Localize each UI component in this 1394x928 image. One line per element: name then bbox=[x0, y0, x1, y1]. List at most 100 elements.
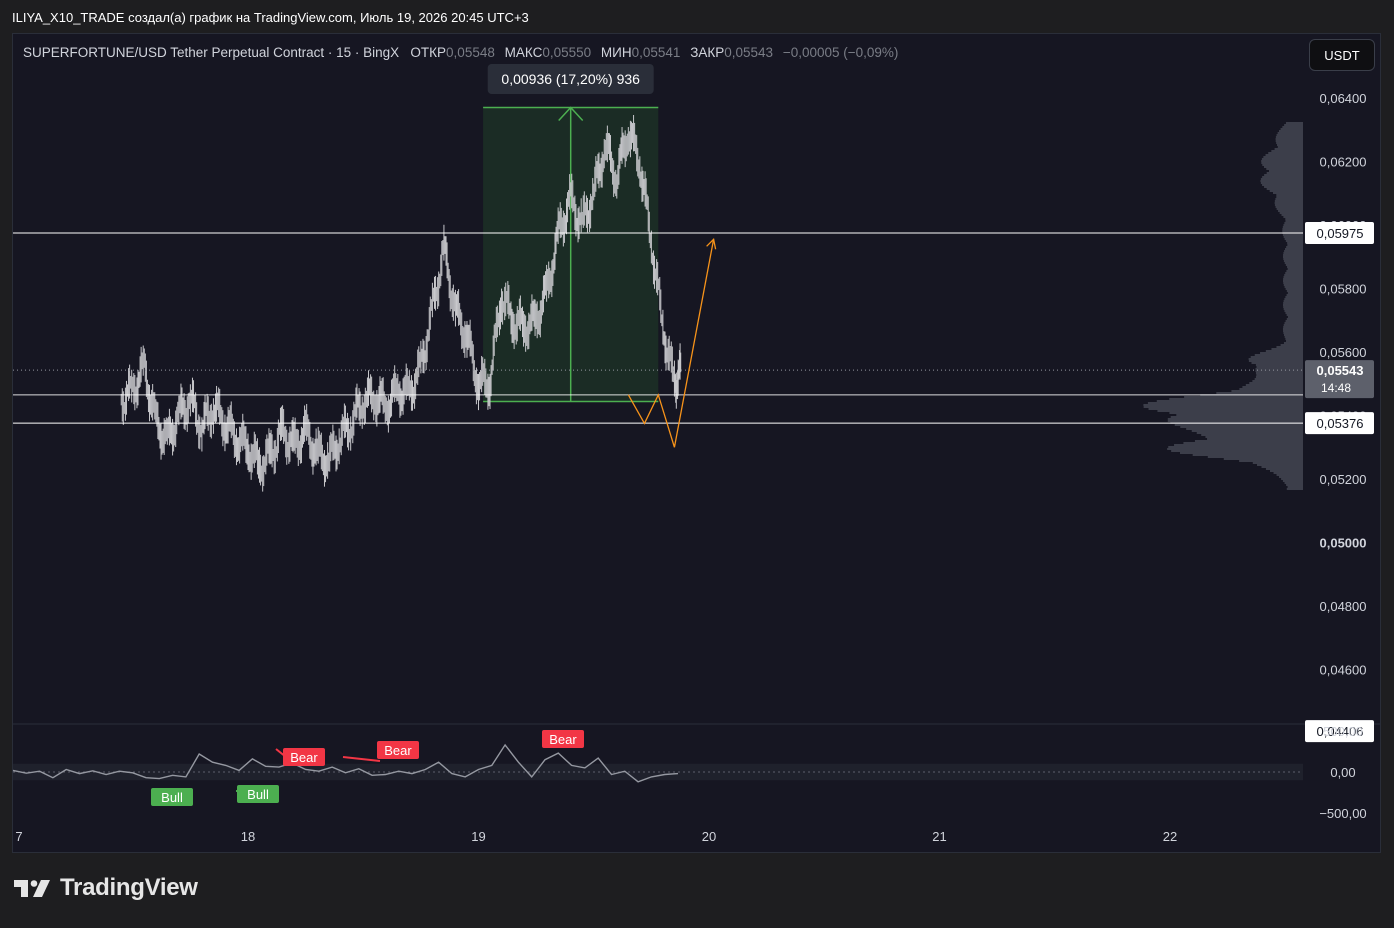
volume-profile-bar bbox=[1283, 278, 1303, 280]
time-axis-tick: 22 bbox=[1163, 829, 1177, 844]
oscillator-axis-tick: −500,00 bbox=[1319, 806, 1366, 821]
volume-profile-bar bbox=[1248, 358, 1303, 360]
volume-profile-bar bbox=[1192, 454, 1303, 456]
volume-profile-bar bbox=[1255, 372, 1303, 374]
volume-profile-bar bbox=[1283, 276, 1303, 278]
volume-profile-bar bbox=[1287, 292, 1303, 294]
volume-profile-bar bbox=[1275, 136, 1303, 138]
volume-profile-bar bbox=[1252, 462, 1303, 464]
volume-profile-bar bbox=[1271, 348, 1303, 350]
volume-profile-bar bbox=[1260, 352, 1303, 354]
volume-profile-bar bbox=[1266, 172, 1303, 174]
volume-profile-bar bbox=[1257, 464, 1303, 466]
volume-profile-bar bbox=[1285, 220, 1303, 222]
volume-profile-bar bbox=[1168, 446, 1303, 448]
open-label: ОТКР bbox=[410, 45, 447, 60]
volume-profile-bar bbox=[1251, 362, 1303, 364]
volume-profile-bar bbox=[1276, 346, 1303, 348]
currency-button[interactable]: USDT bbox=[1309, 39, 1375, 71]
volume-profile-bar bbox=[1231, 390, 1303, 392]
volume-profile-bar bbox=[1283, 334, 1303, 336]
volume-profile-bar bbox=[1285, 248, 1303, 250]
volume-profile-bar bbox=[1286, 246, 1303, 248]
volume-profile-bar bbox=[1223, 458, 1303, 460]
volume-profile-bar bbox=[1286, 484, 1303, 486]
price-axis-tick: 0,05600 bbox=[1320, 345, 1367, 360]
volume-profile-bar bbox=[1207, 456, 1303, 458]
volume-profile-bar bbox=[1265, 154, 1303, 156]
volume-profile-bar bbox=[1180, 426, 1303, 428]
volume-profile-bar bbox=[1191, 430, 1303, 432]
volume-profile-bar bbox=[1283, 330, 1303, 332]
symbol-title: SUPERFORTUNE/USD Tether Perpetual Contra… bbox=[23, 45, 400, 60]
volume-profile-bar bbox=[1284, 298, 1303, 300]
volume-profile-bar bbox=[1156, 400, 1303, 402]
volume-profile-bar bbox=[1239, 460, 1303, 462]
volume-profile-bar bbox=[1276, 134, 1303, 136]
volume-profile-bar bbox=[1279, 212, 1303, 214]
volume-profile-bar bbox=[1245, 384, 1303, 386]
price-label: 0,05376 bbox=[1317, 416, 1364, 431]
volume-profile-bar bbox=[1285, 338, 1303, 340]
volume-profile-bar bbox=[1286, 270, 1303, 272]
volume-profile-bar bbox=[1282, 328, 1303, 330]
volume-profile-bar bbox=[1147, 402, 1303, 404]
volume-profile-bar bbox=[1284, 124, 1303, 126]
volume-profile-bar bbox=[1274, 202, 1303, 204]
tradingview-logo[interactable]: TradingView bbox=[14, 874, 198, 902]
volume-profile-bar bbox=[1280, 344, 1303, 346]
volume-profile-bar bbox=[1157, 410, 1303, 412]
volume-profile-bar bbox=[1261, 158, 1303, 160]
volume-profile-bar bbox=[1272, 192, 1303, 194]
volume-profile-bar bbox=[1176, 414, 1303, 416]
volume-profile-bar bbox=[1284, 322, 1303, 324]
signal-tag: Bear bbox=[549, 732, 577, 747]
volume-profile-bar bbox=[1282, 228, 1303, 230]
low-label: МИН bbox=[600, 45, 632, 60]
chart-canvas[interactable]: 0,064000,062000,060000,058000,056000,054… bbox=[0, 0, 1394, 928]
signal-tag: Bear bbox=[290, 750, 318, 765]
volume-profile-bar bbox=[1273, 472, 1303, 474]
volume-profile-bar bbox=[1205, 436, 1303, 438]
volume-profile-bar bbox=[1276, 196, 1303, 198]
time-axis-tick: 20 bbox=[702, 829, 716, 844]
volume-profile-bar bbox=[1286, 488, 1303, 490]
volume-profile-bar bbox=[1284, 286, 1303, 288]
volume-profile-bar bbox=[1285, 296, 1303, 298]
volume-profile-bar bbox=[1184, 396, 1303, 398]
volume-profile-bar bbox=[1283, 300, 1303, 302]
volume-profile-bar bbox=[1287, 244, 1303, 246]
volume-profile-bar bbox=[1170, 416, 1303, 418]
volume-profile-bar bbox=[1283, 256, 1303, 258]
volume-profile-bar bbox=[1260, 178, 1303, 180]
volume-profile-bar bbox=[1148, 408, 1303, 410]
volume-profile-bar bbox=[1268, 152, 1303, 154]
volume-profile-bar bbox=[1256, 374, 1303, 376]
volume-profile-bar bbox=[1194, 440, 1303, 442]
volume-profile-bar bbox=[1283, 252, 1303, 254]
volume-profile-bar bbox=[1252, 380, 1303, 382]
volume-profile-bar bbox=[1282, 480, 1303, 482]
volume-profile-bar bbox=[1283, 282, 1303, 284]
volume-profile-bar bbox=[1270, 470, 1303, 472]
volume-profile-bar bbox=[1266, 188, 1303, 190]
volume-profile-bar bbox=[1275, 140, 1303, 142]
volume-profile-bar bbox=[1284, 336, 1303, 338]
volume-profile-bar bbox=[1285, 312, 1303, 314]
countdown-label: 14:48 bbox=[1321, 381, 1351, 395]
last-price-label: 0,05543 bbox=[1317, 363, 1364, 378]
volume-profile-bar bbox=[1287, 316, 1303, 318]
volume-profile-bar bbox=[1287, 242, 1303, 244]
volume-profile-bar bbox=[1261, 466, 1303, 468]
volume-profile-bar bbox=[1286, 340, 1303, 342]
volume-profile-bar bbox=[1274, 204, 1303, 206]
volume-profile-bar bbox=[1260, 182, 1303, 184]
volume-profile-bar bbox=[1284, 482, 1303, 484]
volume-profile-bar bbox=[1278, 130, 1303, 132]
volume-profile-bar bbox=[1287, 266, 1303, 268]
volume-profile-bar bbox=[1186, 428, 1303, 430]
volume-profile-bar bbox=[1283, 324, 1303, 326]
volume-profile-bar bbox=[1261, 160, 1303, 162]
volume-profile-bar bbox=[1169, 398, 1303, 400]
volume-profile-bar bbox=[1281, 214, 1303, 216]
